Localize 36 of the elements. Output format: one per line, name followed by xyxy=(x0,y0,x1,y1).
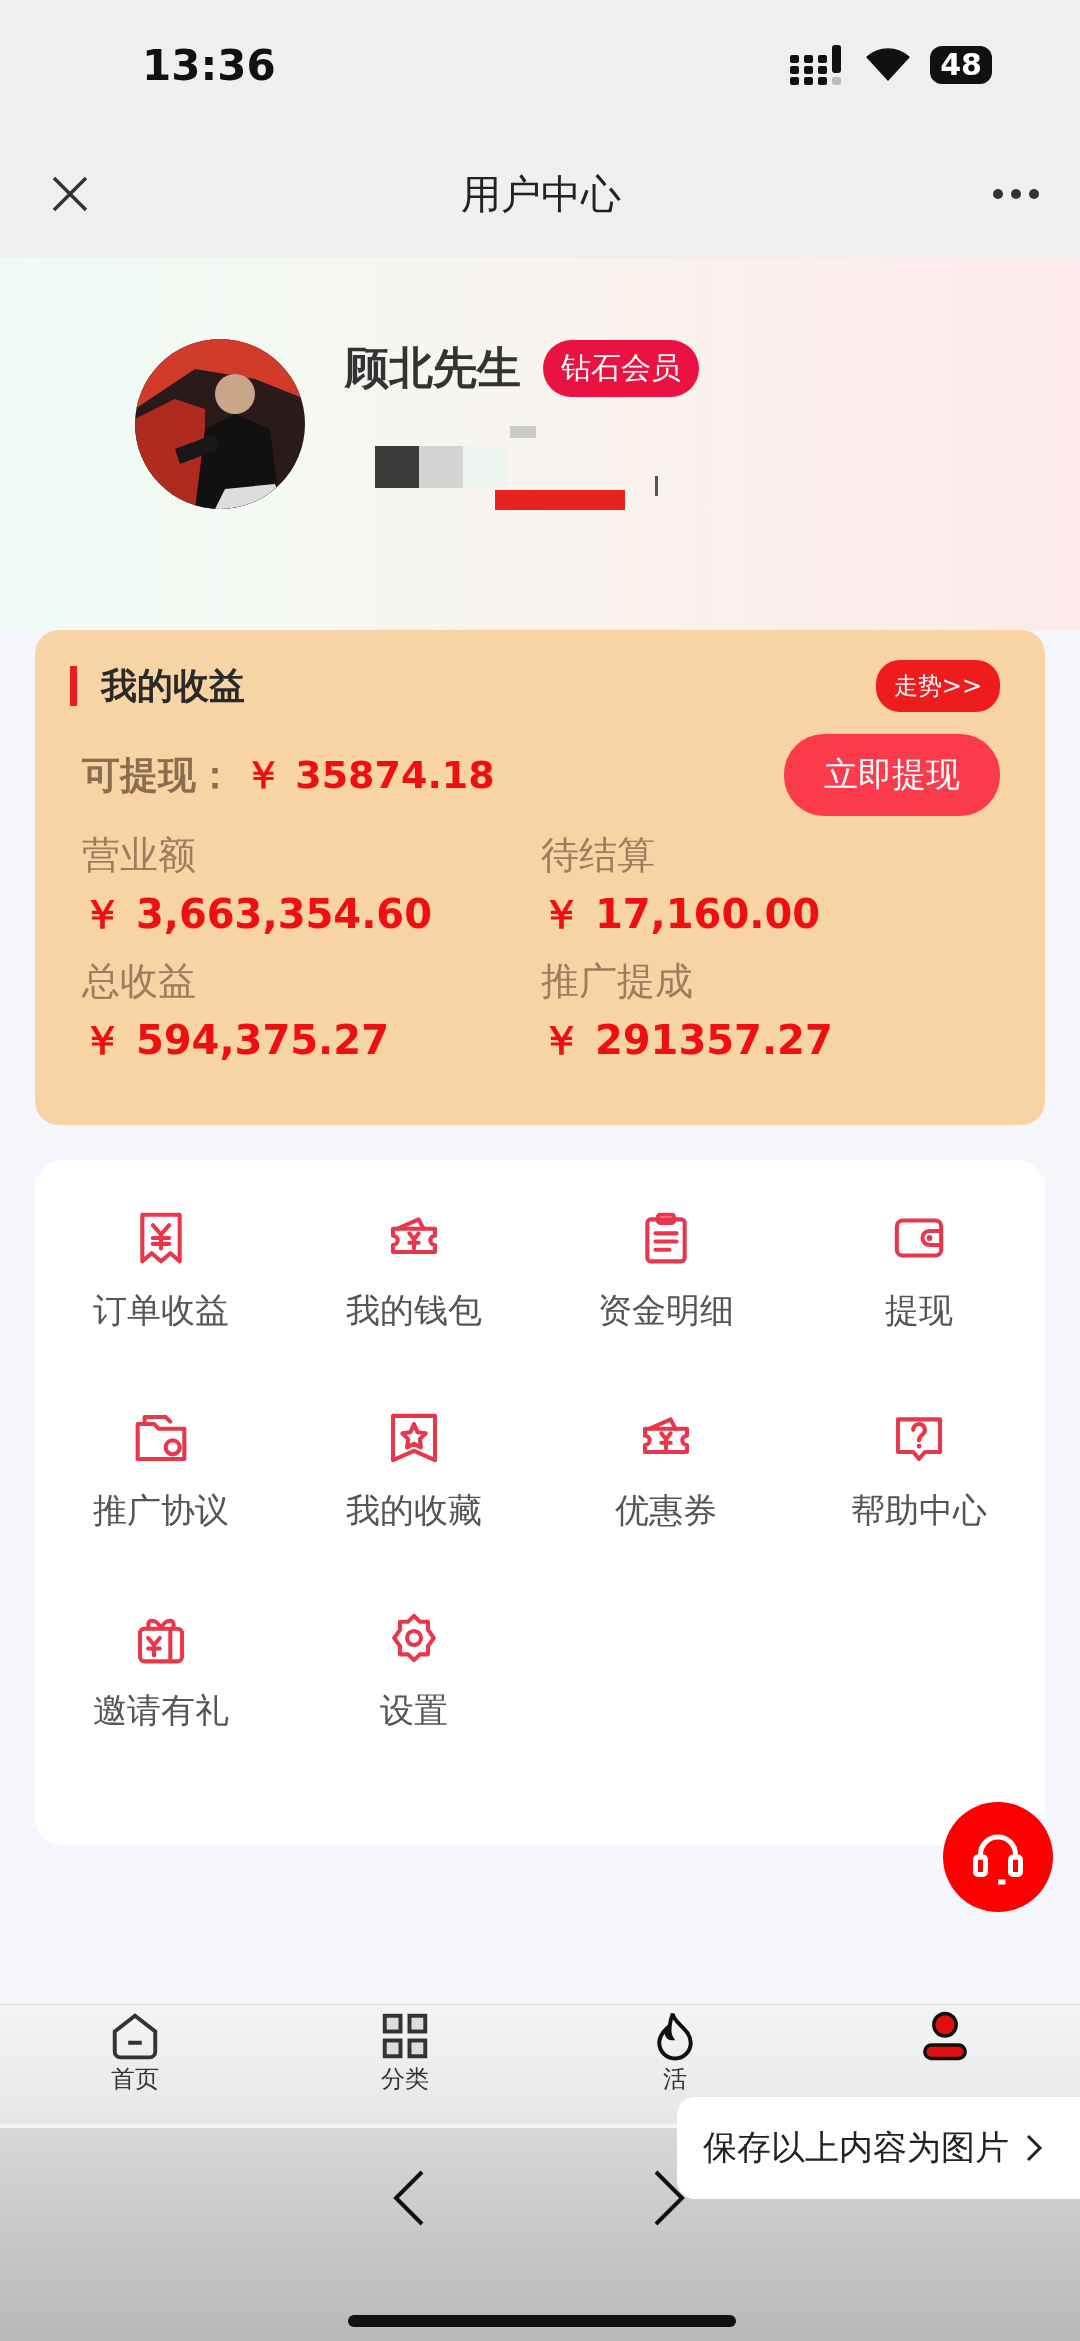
menu-item[interactable]: 资金明细 xyxy=(598,1210,735,1334)
withdrawable-label: 可提现： xyxy=(82,751,234,799)
tab-item[interactable]: 分类 xyxy=(372,2005,438,2094)
stat-label: 推广提成 xyxy=(541,958,694,1005)
stat-label: 待结算 xyxy=(541,832,656,879)
card-title: 我的收益 xyxy=(70,666,245,706)
withdraw-button[interactable]: 立即提现 xyxy=(784,734,1000,816)
page-title: 用户中心 xyxy=(461,169,621,219)
status-time: 13:36 xyxy=(142,40,276,90)
close-icon[interactable] xyxy=(50,174,90,214)
wifi-icon xyxy=(864,47,913,83)
stat-value: ￥ 3,663,354.60 xyxy=(82,890,433,939)
user-name: 顾北先生 xyxy=(345,340,521,395)
menu-item[interactable]: 推广协议 xyxy=(93,1410,230,1534)
more-icon[interactable] xyxy=(992,188,1040,200)
menu-item[interactable]: 优惠券 xyxy=(615,1410,718,1534)
menu-item[interactable]: 我的钱包 xyxy=(345,1210,482,1334)
menu-item[interactable]: 邀请有礼 xyxy=(93,1610,230,1734)
save-image-menu[interactable]: 保存以上内容为图片 xyxy=(677,2097,1080,2199)
withdrawable-amount: ￥ 35874.18 xyxy=(244,751,495,799)
chevron-right-icon xyxy=(1025,2133,1043,2163)
stat-value: ￥ 291357.27 xyxy=(541,1016,834,1065)
tab-item[interactable]: 首页 xyxy=(102,2005,168,2094)
member-badge: 钻石会员 xyxy=(543,339,699,397)
stat-value: ￥ 17,160.00 xyxy=(541,890,822,939)
menu-item[interactable]: 我的收藏 xyxy=(345,1410,482,1534)
battery-level: 48 xyxy=(930,46,992,84)
menu-item[interactable]: 帮助中心 xyxy=(850,1410,987,1534)
stat-value: ￥ 594,375.27 xyxy=(82,1016,390,1065)
trend-button[interactable]: 走势>> xyxy=(875,660,1000,712)
menu-item[interactable]: 提现 xyxy=(884,1210,953,1334)
stat-label: 营业额 xyxy=(82,832,197,879)
menu-item[interactable]: 订单收益 xyxy=(93,1210,230,1334)
stat-label: 总收益 xyxy=(82,958,197,1005)
tab-item[interactable]: 活 xyxy=(642,2005,708,2094)
menu-item[interactable]: 设置 xyxy=(379,1610,448,1734)
